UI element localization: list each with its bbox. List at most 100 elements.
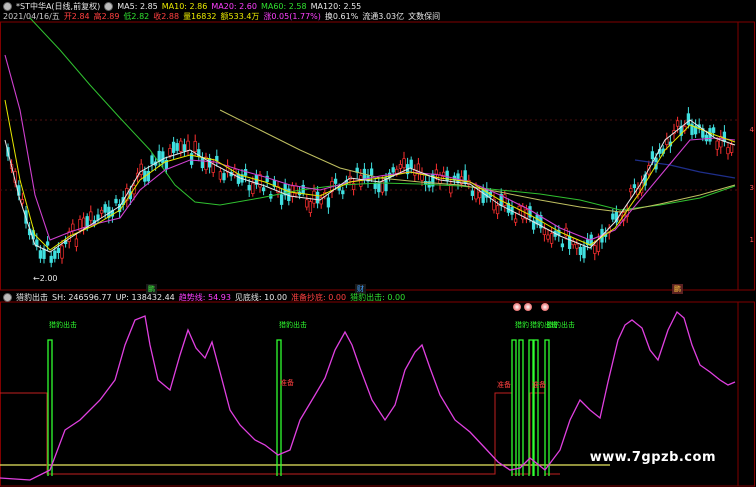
candle-body (434, 169, 439, 175)
ma-legend-item: MA120: 2.55 (310, 2, 362, 11)
ohlc-item: 流通3.03亿 (362, 12, 405, 21)
signal-label: 猎豹出击 (547, 321, 575, 329)
signal-label: 猎豹出击 (279, 321, 307, 329)
candle-body (675, 120, 680, 127)
candle-body (218, 171, 223, 180)
signal-spike (47, 339, 53, 476)
candle-body (495, 205, 500, 215)
candle-body (377, 182, 381, 193)
candle-body (42, 248, 46, 259)
candle-body (341, 190, 345, 195)
signal-spike (511, 339, 517, 476)
candle-body (150, 155, 154, 165)
ma-legend-item: MA5: 2.85 (117, 2, 158, 11)
candle-body (398, 164, 403, 169)
ohlc-item: 额533.4万 (220, 12, 260, 21)
signal-spike (528, 339, 534, 476)
candle-body (391, 167, 395, 173)
ohlc-item: 2021/04/16/五 (3, 12, 60, 21)
candle-body (45, 241, 50, 246)
candle-body (726, 147, 730, 155)
candle-body (222, 173, 226, 181)
candle-body (477, 191, 482, 199)
indicator-item: 猎豹出击 (16, 293, 48, 302)
signal-spike (544, 339, 550, 476)
chart-canvas (0, 17, 755, 487)
candle-body (179, 140, 183, 152)
candle-body (611, 213, 615, 220)
candle-body (161, 151, 165, 164)
ma5-line (4, 119, 736, 253)
axis-tick-1: 1 (749, 236, 754, 244)
candle-body (560, 243, 565, 248)
candle-body (402, 158, 406, 169)
candle-body (456, 173, 460, 184)
ohlc-item: 开2.84 (63, 12, 90, 21)
candle-body (279, 194, 284, 205)
ohlc-item: 量16832 (183, 12, 217, 21)
candle-body (650, 151, 655, 160)
candle-body (261, 187, 266, 192)
ready-line (0, 392, 560, 475)
candle-body (596, 239, 601, 252)
candle-body (546, 234, 550, 240)
candle-body (470, 190, 475, 196)
candle-body (305, 199, 309, 208)
candle-body (312, 190, 316, 204)
ma-legend-item: MA60: 2.58 (260, 2, 307, 11)
indicator-item: 趋势线: 54.93 (178, 293, 231, 302)
candle-body (308, 201, 313, 213)
signal-spike (533, 339, 539, 476)
candle-body (632, 184, 637, 189)
signal-label: 猎豹 (515, 321, 529, 329)
candle-body (729, 144, 734, 153)
candle-body (74, 238, 79, 247)
candle-body (373, 183, 377, 189)
candle-body (722, 131, 727, 142)
ohlc-info: 2021/04/16/五 开2.84 高2.89 低2.82 收2.88 量16832 额5… (3, 11, 440, 22)
candle-body (103, 204, 107, 213)
candle-body (139, 163, 143, 175)
candle-body (409, 159, 413, 169)
candlesticks (6, 107, 734, 268)
indicator-icon[interactable] (3, 293, 12, 302)
candle-body (704, 134, 709, 142)
candle-body (211, 163, 215, 173)
ohlc-item: 低2.82 (123, 12, 150, 21)
gear-icon[interactable] (104, 2, 114, 11)
ohlc-item: 涨0.05(1.77%) (263, 12, 321, 21)
candle-body (715, 140, 719, 150)
candle-body (89, 211, 93, 221)
candle-body (175, 143, 179, 151)
candle-body (236, 173, 241, 184)
axis-tick-4: 4 (749, 126, 754, 134)
ohlc-item: 高2.89 (93, 12, 120, 21)
ohlc-item: 文数保间 (408, 12, 441, 21)
signal-spike (276, 339, 282, 476)
candle-body (575, 243, 579, 249)
ma-legend: MA5: 2.85 MA10: 2.86 MA20: 2.60 MA60: 2.58 M… (117, 2, 361, 11)
candle-body (182, 144, 187, 152)
candle-body (326, 197, 331, 208)
candle-body (157, 150, 161, 162)
indicator-item: 准备抄底: 0.00 (291, 293, 347, 302)
candle-body (186, 140, 190, 151)
ma-legend-item: MA20: 2.60 (211, 2, 257, 11)
candle-body (711, 127, 716, 133)
candle-body (171, 141, 176, 153)
indicator-item: 猎豹出击: 0.00 (350, 293, 406, 302)
candle-body (474, 187, 478, 200)
candle-body (315, 191, 320, 204)
candle-body (333, 178, 338, 184)
ready-mark: 准备 (497, 381, 511, 389)
signal-ball-icon (513, 303, 521, 311)
indicator-header: 猎豹出击 SH: 246596.77 UP: 138432.44 趋势线: 54.93… (3, 292, 405, 303)
ohlc-item: 换0.61% (324, 12, 359, 21)
candle-body (200, 157, 205, 169)
axis-tick-3: 3 (749, 184, 754, 192)
signal-spike (518, 339, 524, 476)
settings-icon[interactable] (3, 2, 12, 11)
candle-body (251, 182, 255, 194)
candle-body (567, 235, 572, 249)
candle-body (686, 113, 691, 126)
